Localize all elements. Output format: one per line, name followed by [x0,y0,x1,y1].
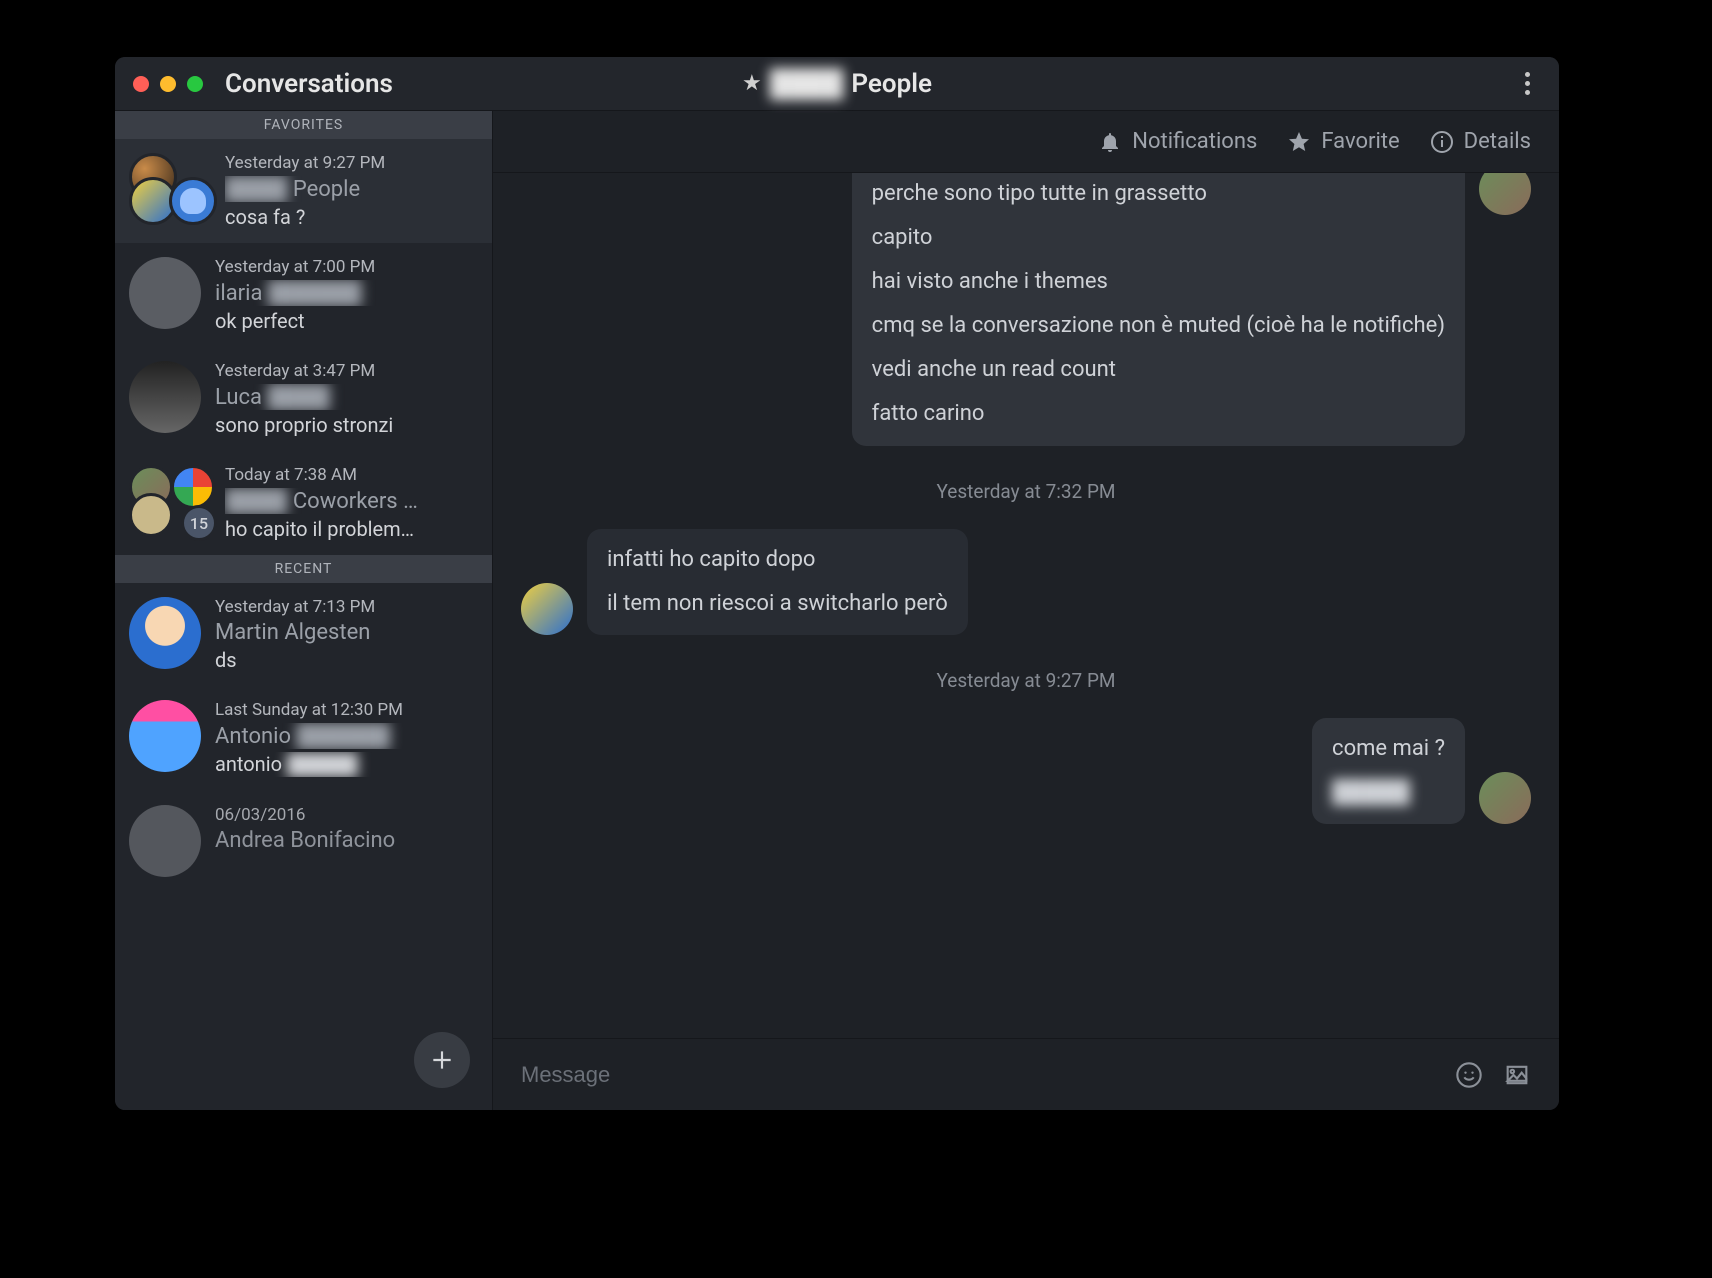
message-line: come mai ? [1332,732,1445,766]
main-panel: Notifications Favorite Details perche so… [493,111,1559,1110]
details-button[interactable]: Details [1430,129,1531,154]
avatar [129,257,201,329]
timestamp-divider: Yesterday at 9:27 PM [521,669,1531,692]
conversation-name: Antonio ██████ [215,723,478,749]
sidebar-title: Conversations [225,69,393,99]
conversation-item[interactable]: 15 Today at 7:38 AM ████ Coworkers … ho … [115,451,492,555]
bell-icon [1098,130,1122,154]
conversation-preview: cosa fa ? [225,205,478,229]
message-bubble: infatti ho capito dopo il tem non riesco… [587,529,968,635]
conversation-preview: antonio █████ [215,752,478,777]
conversation-time: Yesterday at 3:47 PM [215,361,478,381]
plus-icon [429,1047,455,1073]
notifications-label: Notifications [1132,129,1257,154]
avatar [171,465,215,509]
conversation-preview: ds [215,648,478,672]
recent-header: RECENT [115,555,492,583]
unread-count-badge: 15 [181,505,217,541]
message-input[interactable] [521,1062,1435,1088]
message-line: █████ [1332,776,1445,810]
message-avatar [1479,173,1531,215]
message-line: capito [872,221,1445,255]
avatar-stack: 15 [129,465,211,537]
avatar [129,597,201,669]
message-avatar [1479,772,1531,824]
conversation-time: Today at 7:38 AM [225,465,478,485]
conversation-time: Yesterday at 9:27 PM [225,153,478,173]
message-line: perche sono tipo tutte in grassetto [872,177,1445,211]
message-group: come mai ? █████ [521,718,1531,824]
emoji-icon [1455,1061,1483,1089]
message-group: infatti ho capito dopo il tem non riesco… [521,529,1531,635]
message-line: il tem non riescoi a switcharlo però [607,587,948,621]
timestamp-divider: Yesterday at 7:32 PM [521,480,1531,503]
info-icon [1430,130,1454,154]
composer [493,1038,1559,1110]
avatar [129,805,201,877]
sidebar: FAVORITES Yesterday at 9:27 PM ████ Peop… [115,111,493,1110]
conversation-item[interactable]: Yesterday at 7:00 PM ilaria ██████ ok pe… [115,243,492,347]
message-line: cmq se la conversazione non è muted (cio… [872,309,1445,343]
conversation-preview: ho capito il problem… [225,517,478,541]
favorite-button[interactable]: Favorite [1287,129,1399,154]
message-bubble: come mai ? █████ [1312,718,1465,824]
image-button[interactable] [1503,1061,1531,1089]
messages-area[interactable]: perche sono tipo tutte in grassetto capi… [493,173,1559,1038]
new-conversation-button[interactable] [414,1032,470,1088]
conversation-time: Yesterday at 7:13 PM [215,597,478,617]
message-line: hai visto anche i themes [872,265,1445,299]
body: FAVORITES Yesterday at 9:27 PM ████ Peop… [115,111,1559,1110]
conversation-name: Luca ████ [215,384,478,410]
avatar [129,700,201,772]
emoji-button[interactable] [1455,1061,1483,1089]
message-group: perche sono tipo tutte in grassetto capi… [521,173,1531,446]
conversation-time: Last Sunday at 12:30 PM [215,700,478,720]
conversation-time: 06/03/2016 [215,805,478,825]
window-controls [133,76,203,92]
notifications-button[interactable]: Notifications [1098,129,1257,154]
avatar-stack [129,153,211,225]
details-label: Details [1464,129,1531,154]
message-avatar [521,583,573,635]
conversation-name: Martin Algesten [215,620,478,645]
favorites-header: FAVORITES [115,111,492,139]
conversation-toolbar: Notifications Favorite Details [493,111,1559,173]
conversation-item[interactable]: 06/03/2016 Andrea Bonifacino [115,791,492,891]
conversation-preview: sono proprio stronzi [215,413,478,437]
conversation-name: ████ Coworkers … [225,488,478,514]
minimize-window-button[interactable] [160,76,176,92]
titlebar: Conversations ★ ████ People [115,57,1559,111]
conversation-title-prefix: ████ [770,68,844,99]
conversation-name: Andrea Bonifacino [215,828,478,853]
star-icon [1287,130,1311,154]
favorite-label: Favorite [1321,129,1399,154]
avatar [129,361,201,433]
conversation-name: ████ People [225,176,478,202]
app-window: Conversations ★ ████ People FAVORITES Ye… [115,57,1559,1110]
conversation-item[interactable]: Yesterday at 7:13 PM Martin Algesten ds [115,583,492,686]
avatar [169,177,217,225]
star-icon: ★ [742,71,762,96]
conversation-name: ilaria ██████ [215,280,478,306]
message-line: fatto carino [872,397,1445,431]
conversation-item[interactable]: Last Sunday at 12:30 PM Antonio ██████ a… [115,686,492,791]
fullscreen-window-button[interactable] [187,76,203,92]
image-icon [1503,1061,1531,1089]
message-line: infatti ho capito dopo [607,543,948,577]
conversation-item[interactable]: Yesterday at 9:27 PM ████ People cosa fa… [115,139,492,243]
more-menu-button[interactable] [1513,72,1541,95]
conversation-item[interactable]: Yesterday at 3:47 PM Luca ████ sono prop… [115,347,492,451]
avatar [129,493,173,537]
conversation-title-suffix: People [851,69,932,99]
conversation-preview: ok perfect [215,309,478,333]
close-window-button[interactable] [133,76,149,92]
message-line: vedi anche un read count [872,353,1445,387]
conversation-time: Yesterday at 7:00 PM [215,257,478,277]
message-bubble: perche sono tipo tutte in grassetto capi… [852,173,1465,446]
